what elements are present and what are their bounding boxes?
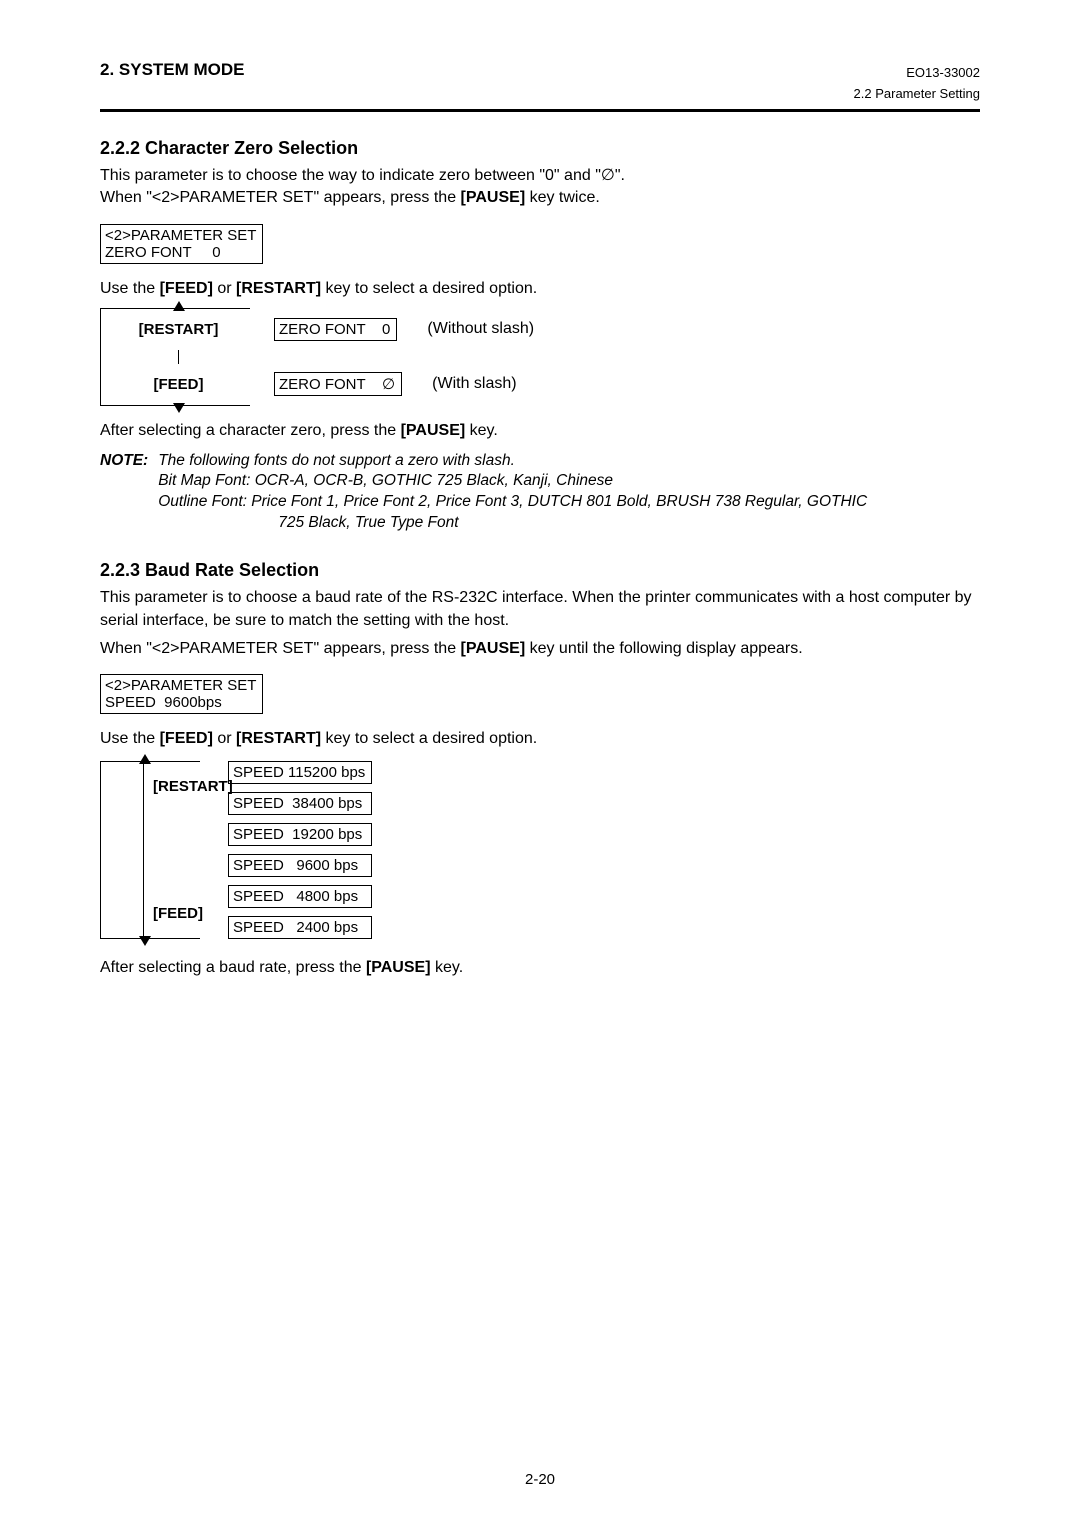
- speed-option-2: SPEED 19200 bps: [228, 823, 372, 846]
- text: key to select a desired option.: [321, 730, 537, 747]
- pause-key-ref: [PAUSE]: [366, 959, 431, 976]
- feed-key-ref: [FEED]: [160, 280, 213, 297]
- text: ".: [615, 167, 625, 184]
- text: key twice.: [525, 189, 600, 206]
- section-heading-223: 2.2.3 Baud Rate Selection: [100, 560, 980, 581]
- doc-number: EO13-33002: [906, 65, 980, 80]
- option-desc-1: (With slash): [432, 375, 516, 393]
- divider-rule: [100, 109, 980, 112]
- nav-key-column-2: [RESTART] [FEED]: [100, 761, 200, 939]
- paragraph-after-selecting-2: After selecting a baud rate, press the […: [100, 957, 980, 979]
- text: or: [213, 280, 236, 297]
- note-line-3b: 725 Black, True Type Font: [278, 513, 980, 534]
- zero-slash-glyph: ∅: [601, 167, 615, 184]
- restart-key-ref: [RESTART]: [236, 280, 321, 297]
- paragraph-1: This parameter is to choose the way to i…: [100, 165, 980, 210]
- lcd-option-1: ZERO FONT ∅: [274, 372, 402, 396]
- pause-key-ref: [PAUSE]: [461, 189, 526, 206]
- page-header: 2. SYSTEM MODE EO13-33002: [100, 60, 980, 80]
- feed-key-ref: [FEED]: [160, 730, 213, 747]
- lcd-line-1: <2>PARAMETER SET: [105, 227, 256, 244]
- text: key.: [465, 422, 498, 439]
- lcd-line-2: SPEED 9600bps: [105, 694, 222, 711]
- nav-value-column: ZERO FONT 0 (Without slash) ZERO FONT ∅ …: [274, 308, 534, 406]
- note-label: NOTE:: [100, 451, 148, 535]
- text: or: [213, 730, 236, 747]
- speed-option-list: SPEED 115200 bps SPEED 38400 bps SPEED 1…: [228, 761, 372, 939]
- option-row-1: ZERO FONT ∅ (With slash): [274, 372, 534, 396]
- arrow-up-icon: [139, 754, 151, 764]
- arrow-down-icon: [139, 936, 151, 946]
- lcd-line-2: ZERO FONT 0: [105, 244, 221, 261]
- note-line-1: The following fonts do not support a zer…: [158, 451, 980, 472]
- feed-key-label: [FEED]: [153, 905, 203, 922]
- paragraph-baud-2: When "<2>PARAMETER SET" appears, press t…: [100, 638, 980, 660]
- section-title: 2. SYSTEM MODE: [100, 60, 245, 80]
- note-body: The following fonts do not support a zer…: [158, 451, 980, 535]
- text: After selecting a baud rate, press the: [100, 959, 366, 976]
- nav-diagram-speed: [RESTART] [FEED] SPEED 115200 bps SPEED …: [100, 761, 980, 939]
- lcd-display-speed: <2>PARAMETER SET SPEED 9600bps: [100, 674, 263, 714]
- feed-key-label: [FEED]: [154, 376, 204, 393]
- sub-heading: 2.2 Parameter Setting: [100, 86, 980, 101]
- arrow-down-icon: [173, 403, 185, 413]
- text: After selecting a character zero, press …: [100, 422, 401, 439]
- note-line-2: Bit Map Font: OCR-A, OCR-B, GOTHIC 725 B…: [158, 471, 980, 492]
- lcd-display-zero-font: <2>PARAMETER SET ZERO FONT 0: [100, 224, 263, 264]
- text: key until the following display appears.: [525, 640, 803, 657]
- paragraph-baud-1: This parameter is to choose a baud rate …: [100, 587, 980, 632]
- text: Use the: [100, 730, 160, 747]
- speed-option-4: SPEED 4800 bps: [228, 885, 372, 908]
- restart-key-label: [RESTART]: [153, 778, 233, 795]
- speed-option-3: SPEED 9600 bps: [228, 854, 372, 877]
- pause-key-ref: [PAUSE]: [401, 422, 466, 439]
- text: When "<2>PARAMETER SET" appears, press t…: [100, 189, 461, 206]
- connector-line: [178, 350, 179, 364]
- option-row-0: ZERO FONT 0 (Without slash): [274, 318, 534, 341]
- option-desc-0: (Without slash): [427, 320, 534, 338]
- text: Use the: [100, 280, 160, 297]
- text: When "<2>PARAMETER SET" appears, press t…: [100, 640, 461, 657]
- paragraph-use-key-2: Use the [FEED] or [RESTART] key to selec…: [100, 728, 980, 750]
- paragraph-after-selecting-1: After selecting a character zero, press …: [100, 420, 980, 442]
- note-line-3: Outline Font: Price Font 1, Price Font 2…: [158, 492, 980, 513]
- restart-key-label: [RESTART]: [139, 321, 219, 338]
- restart-key-ref: [RESTART]: [236, 730, 321, 747]
- section-heading-222: 2.2.2 Character Zero Selection: [100, 138, 980, 159]
- paragraph-use-key-1: Use the [FEED] or [RESTART] key to selec…: [100, 278, 980, 300]
- speed-option-1: SPEED 38400 bps: [228, 792, 372, 815]
- vertical-line: [143, 764, 144, 936]
- text: key.: [431, 959, 464, 976]
- page-number: 2-20: [525, 1471, 555, 1488]
- pause-key-ref: [PAUSE]: [461, 640, 526, 657]
- lcd-line-1: <2>PARAMETER SET: [105, 677, 256, 694]
- text: key to select a desired option.: [321, 280, 537, 297]
- speed-option-0: SPEED 115200 bps: [228, 761, 372, 784]
- speed-option-5: SPEED 2400 bps: [228, 916, 372, 939]
- arrow-up-icon: [173, 301, 185, 311]
- nav-diagram-zero-font: [RESTART] [FEED] ZERO FONT 0 (Without sl…: [100, 308, 980, 406]
- nav-key-column: [RESTART] [FEED]: [100, 308, 250, 406]
- note-block: NOTE: The following fonts do not support…: [100, 451, 980, 535]
- lcd-option-0: ZERO FONT 0: [274, 318, 397, 341]
- text: This parameter is to choose the way to i…: [100, 167, 601, 184]
